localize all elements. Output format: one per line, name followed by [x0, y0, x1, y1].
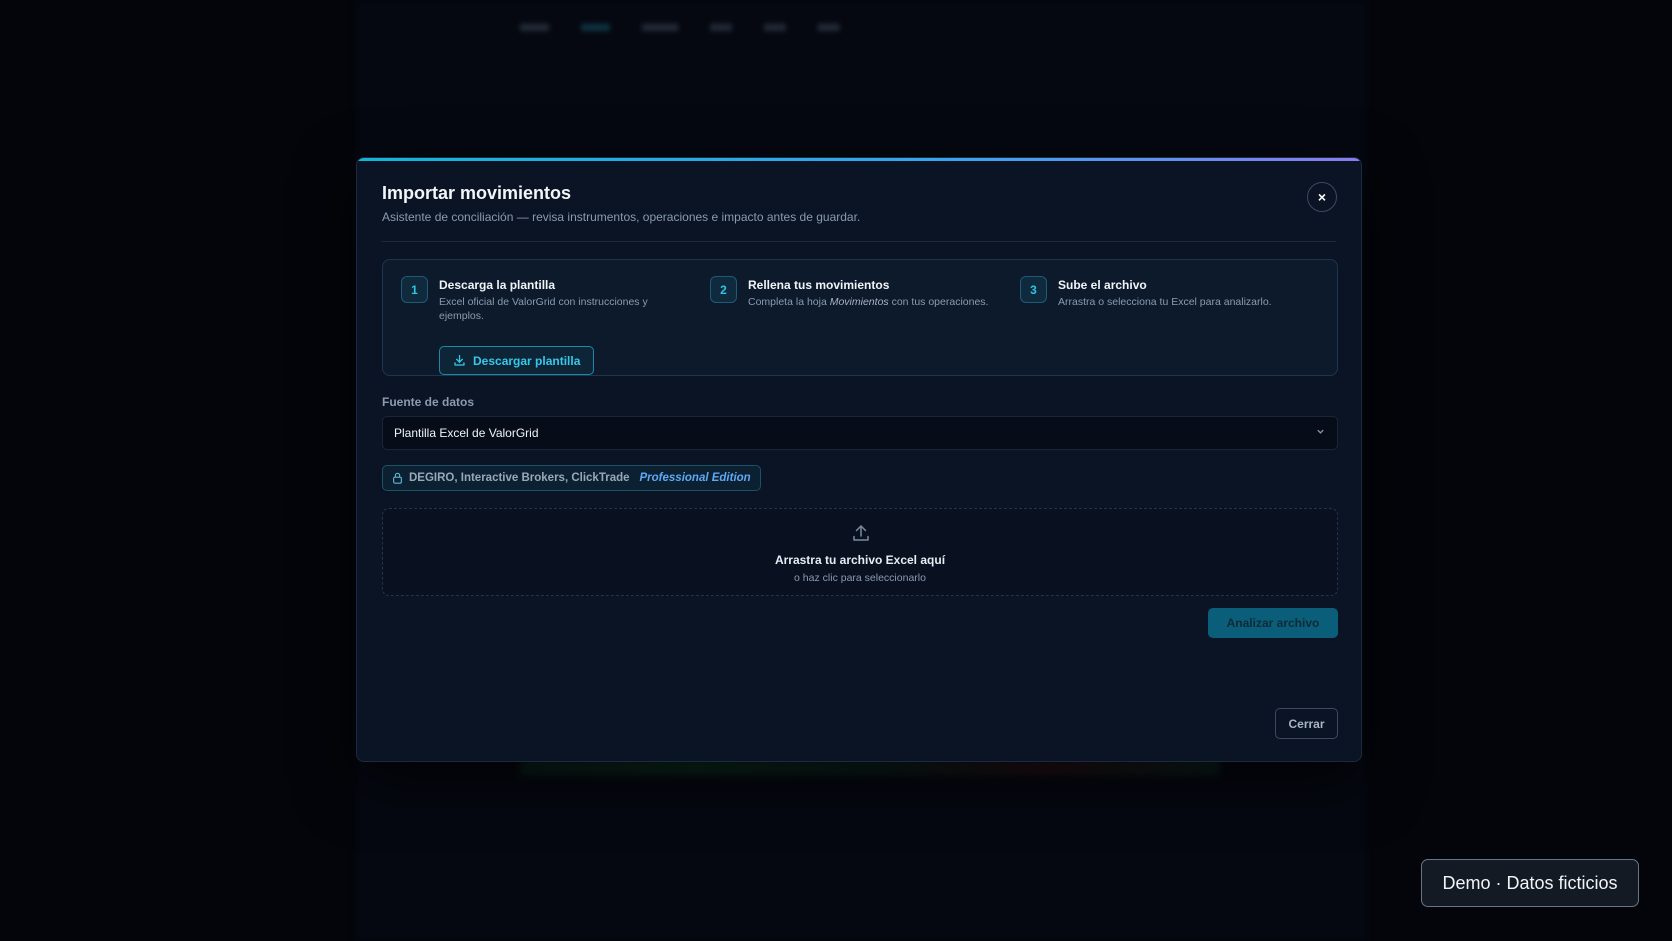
- step-title: Descarga la plantilla: [439, 278, 556, 292]
- step-number: 2: [710, 276, 737, 303]
- download-template-button[interactable]: Descargar plantilla: [439, 346, 595, 375]
- analyze-file-button[interactable]: Analizar archivo: [1208, 608, 1338, 638]
- edition-text: Professional Edition: [639, 472, 751, 484]
- data-source-label: Fuente de datos: [382, 395, 475, 409]
- file-dropzone[interactable]: Arrastra tu archivo Excel aquí o haz cli…: [382, 508, 1338, 596]
- dropzone-title: Arrastra tu archivo Excel aquí: [774, 553, 946, 567]
- data-source-value: Plantilla Excel de ValorGrid: [394, 426, 539, 440]
- professional-edition-badge[interactable]: DEGIRO, Interactive Brokers, ClickTrade …: [382, 465, 761, 491]
- step-number: 3: [1020, 276, 1047, 303]
- upload-icon: [853, 525, 869, 541]
- step-title: Sube el archivo: [1058, 278, 1147, 292]
- download-icon: [454, 354, 465, 366]
- data-source-select[interactable]: Plantilla Excel de ValorGrid: [382, 416, 1338, 450]
- chevron-down-icon: [1316, 427, 1325, 439]
- close-icon[interactable]: ×: [1307, 182, 1337, 212]
- modal-title: Importar movimientos: [382, 183, 572, 203]
- dropzone-subtitle: o haz clic para seleccionarlo: [794, 572, 926, 584]
- step-description: Completa la hoja Movimientos con tus ope…: [748, 296, 989, 308]
- step-description: Excel oficial de ValorGrid con instrucci…: [439, 296, 648, 322]
- lock-icon: [393, 472, 402, 484]
- import-modal: Importar movimientos Asistente de concil…: [356, 157, 1362, 762]
- download-template-label: Descargar plantilla: [473, 353, 581, 368]
- step-number: 1: [401, 276, 428, 303]
- modal-subtitle: Asistente de conciliación — revisa instr…: [382, 210, 861, 224]
- header-divider: [382, 241, 1336, 242]
- locked-brokers-text: DEGIRO, Interactive Brokers, ClickTrade: [409, 472, 630, 484]
- step-description: Arrastra o selecciona tu Excel para anal…: [1058, 296, 1272, 308]
- step-title: Rellena tus movimientos: [748, 278, 890, 292]
- modal-accent-line: [357, 158, 1361, 161]
- background-nav: ■■■■ ■■■■ ■■■■■ ■■■ ■■■ ■■■: [520, 20, 840, 34]
- close-button[interactable]: Cerrar: [1275, 708, 1338, 739]
- demo-badge: Demo · Datos ficticios: [1421, 859, 1639, 907]
- steps-card: 1 Descarga la plantilla Excel oficial de…: [382, 259, 1338, 376]
